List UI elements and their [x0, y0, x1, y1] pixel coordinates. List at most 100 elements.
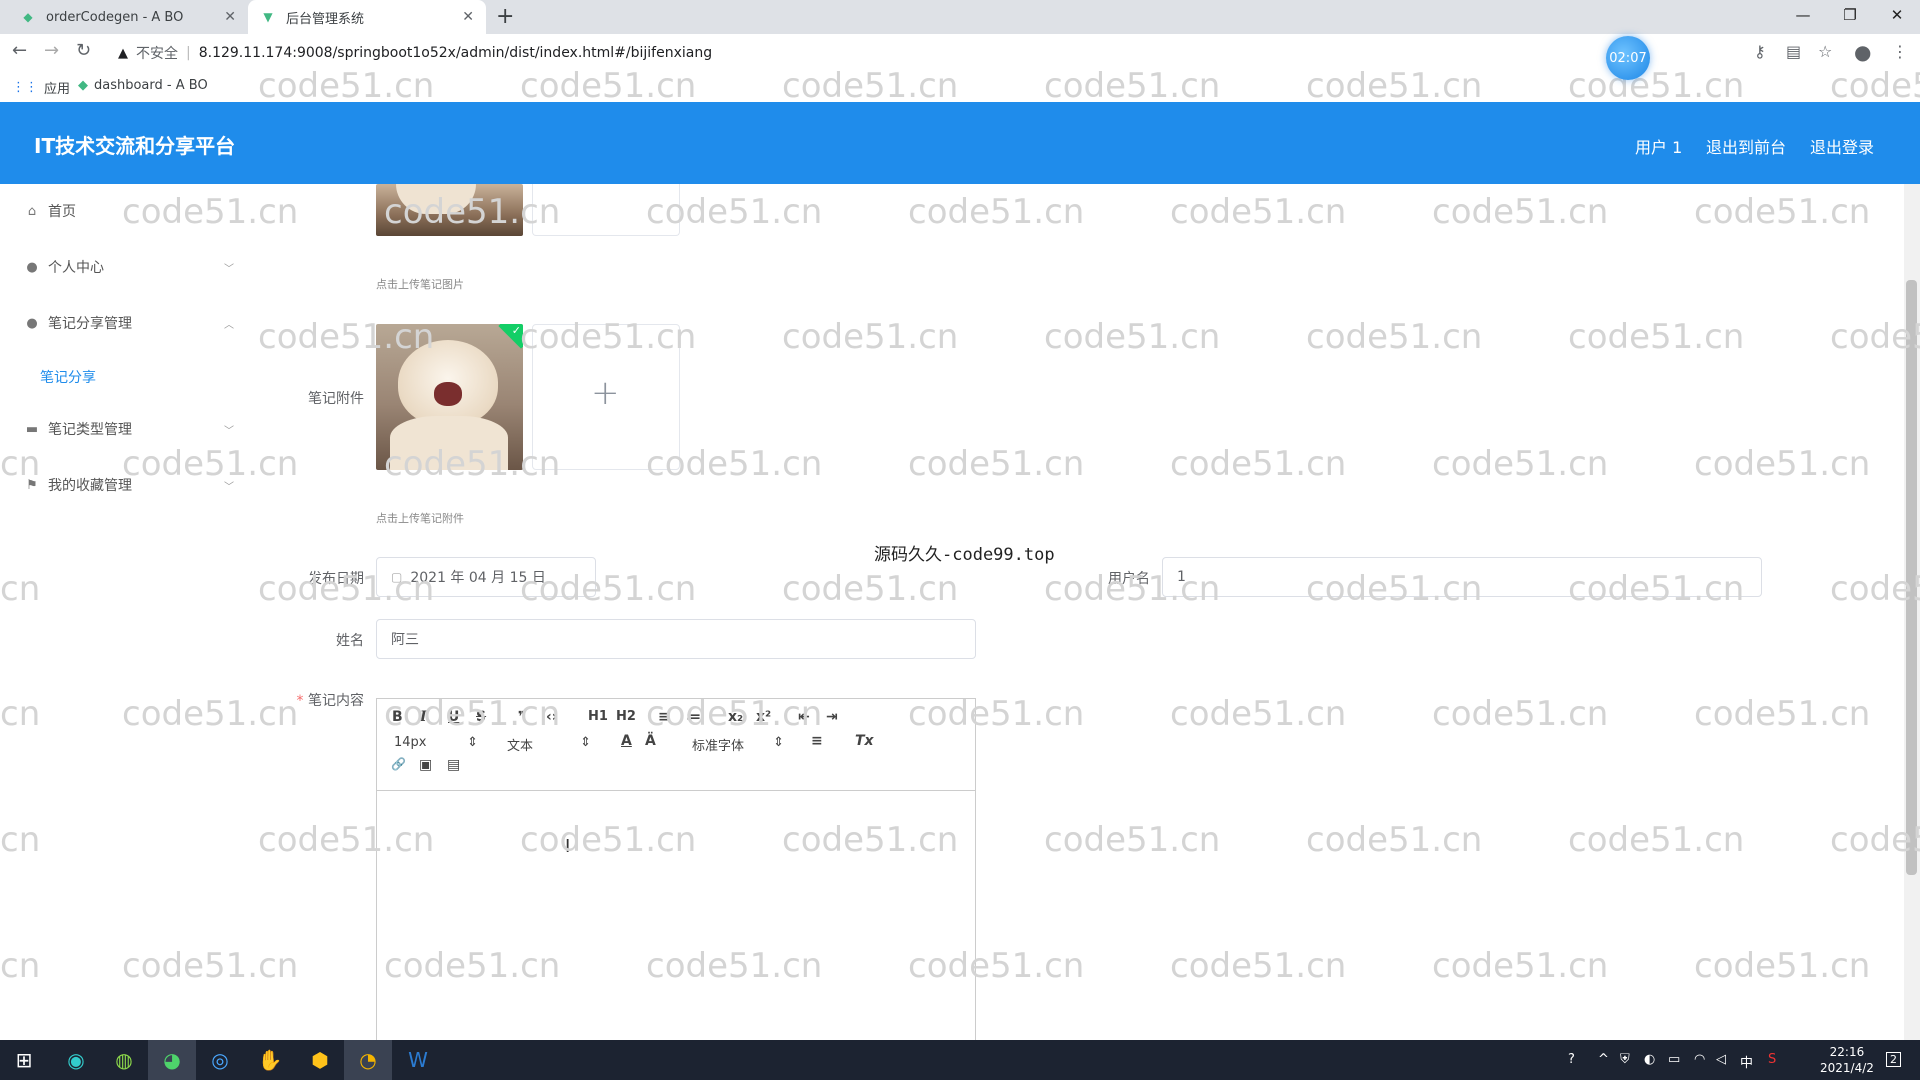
folder-icon: ▬: [25, 421, 39, 437]
bold-button[interactable]: B: [392, 709, 403, 725]
wechat-icon[interactable]: ◕: [148, 1040, 196, 1080]
menu-icon[interactable]: ⋮: [1892, 42, 1908, 61]
sidebar-item-label: 首页: [48, 204, 76, 220]
bookmark-label: dashboard - A BO: [94, 78, 208, 93]
minimize-icon[interactable]: —: [1780, 0, 1826, 30]
bookmark-dashboard[interactable]: ◆ dashboard - A BO: [78, 78, 208, 93]
block-type-select[interactable]: 文本 ⇕: [507, 735, 591, 754]
select-arrows-icon: ⇕: [467, 735, 478, 750]
video-button[interactable]: ▤: [447, 757, 460, 773]
sidebar-item-personal-center[interactable]: ● 个人中心 ﹀: [24, 255, 244, 279]
rich-text-editor: B I U S ❞ ‹› H1 H2 ≡ ≔ x₂ x² ⇤ ⇥ 14px ⇕ …: [376, 698, 976, 1060]
italic-button[interactable]: I: [420, 709, 427, 725]
word-icon[interactable]: W: [394, 1040, 442, 1080]
hex-app-icon[interactable]: ⬢: [296, 1040, 344, 1080]
heading1-button[interactable]: H1: [588, 709, 608, 724]
font-family-select[interactable]: 标准字体 ⇕: [692, 735, 784, 754]
key-icon[interactable]: ⚷: [1754, 42, 1766, 61]
search-app-icon[interactable]: ◎: [196, 1040, 244, 1080]
chevron-down-icon: ﹀: [224, 263, 234, 275]
photo-app-icon[interactable]: ✋: [246, 1040, 294, 1080]
help-icon[interactable]: ?: [1568, 1052, 1575, 1067]
attachment-upload-box[interactable]: +: [532, 324, 680, 470]
qq-icon[interactable]: ◐: [1644, 1052, 1655, 1067]
clear-format-button[interactable]: Tx: [855, 733, 874, 749]
align-button[interactable]: ≡: [811, 733, 823, 749]
font-family-value: 标准字体: [692, 739, 745, 754]
close-window-icon[interactable]: ✕: [1874, 0, 1920, 30]
heading2-button[interactable]: H2: [616, 709, 636, 724]
image-button[interactable]: ▣: [419, 757, 432, 773]
profile-icon[interactable]: ●: [1854, 40, 1871, 64]
url-text: 8.129.11.174:9008/springboot1o52x/admin/…: [198, 45, 713, 61]
indent-button[interactable]: ⇥: [826, 709, 838, 725]
ime-indicator[interactable]: 中: [1740, 1052, 1753, 1071]
strike-button[interactable]: S: [476, 709, 486, 725]
address-bar[interactable]: ▲ 不安全 | 8.129.11.174:9008/springboot1o52…: [118, 43, 712, 63]
tab-ordercodegen[interactable]: ◆ orderCodegen - A BO ✕: [8, 0, 248, 34]
chrome-icon[interactable]: ◔: [344, 1040, 392, 1080]
font-color-button[interactable]: A: [621, 733, 632, 749]
app-title: IT技术交流和分享平台: [34, 134, 236, 158]
sidebar-item-favorites-management[interactable]: ⚑ 我的收藏管理 ﹀: [24, 473, 244, 497]
cat-mouth-shape: [434, 382, 462, 406]
windows-start-icon[interactable]: ⊞: [0, 1040, 48, 1080]
username-field[interactable]: 1: [1162, 557, 1762, 597]
name-field[interactable]: 阿三: [376, 619, 976, 659]
font-size-select[interactable]: 14px ⇕: [394, 735, 478, 750]
code-block-button[interactable]: ‹›: [546, 709, 558, 725]
speaker-icon[interactable]: ◁: [1716, 1052, 1726, 1067]
sidebar-item-note-type-management[interactable]: ▬ 笔记类型管理 ﹀: [24, 417, 244, 441]
reload-icon[interactable]: ↻: [76, 40, 91, 61]
blockquote-button[interactable]: ❞: [518, 709, 526, 725]
clock-date: 2021/4/2: [1820, 1061, 1874, 1075]
logout-link[interactable]: 退出登录: [1810, 134, 1874, 158]
font-size-value: 14px: [394, 735, 427, 750]
sogou-icon[interactable]: S: [1768, 1052, 1776, 1067]
flag-icon: ⚑: [26, 477, 38, 493]
link-button[interactable]: 🔗: [391, 757, 406, 771]
image-upload-box[interactable]: [532, 184, 680, 236]
editor-content-area[interactable]: [377, 791, 975, 1061]
back-icon[interactable]: ←: [12, 40, 27, 61]
outdent-button[interactable]: ⇤: [798, 709, 810, 725]
uploaded-note-image[interactable]: [376, 184, 523, 236]
subscript-button[interactable]: x₂: [728, 709, 743, 725]
notifications-badge[interactable]: 2: [1886, 1052, 1901, 1067]
restore-icon[interactable]: ❐: [1827, 0, 1873, 30]
forward-icon[interactable]: →: [44, 40, 59, 61]
address-separator: |: [186, 45, 191, 61]
uploaded-attachment-image[interactable]: ✓: [376, 324, 523, 470]
edge-icon[interactable]: ◉: [52, 1040, 100, 1080]
cat-body-shape: [390, 416, 508, 470]
scrollbar-thumb[interactable]: [1906, 280, 1917, 875]
close-icon[interactable]: ✕: [462, 9, 474, 25]
ordered-list-button[interactable]: ≡: [658, 709, 670, 725]
sidebar-subitem-note-share[interactable]: 笔记分享: [40, 367, 96, 387]
insecure-label: 不安全: [136, 46, 178, 62]
current-user-link[interactable]: 用户 1: [1635, 134, 1682, 158]
sidebar-item-note-share-management[interactable]: ● 笔记分享管理 ︿: [24, 311, 244, 335]
close-icon[interactable]: ✕: [224, 9, 236, 25]
publish-date-value: 2021 年 04 月 15 日: [410, 570, 546, 586]
sidebar-item-home[interactable]: ⌂ 首页: [24, 199, 244, 223]
star-icon[interactable]: ☆: [1818, 42, 1832, 61]
translate-icon[interactable]: ▤: [1786, 42, 1801, 61]
back-to-frontend-link[interactable]: 退出到前台: [1706, 134, 1786, 158]
tab-admin[interactable]: ▼ 后台管理系统 ✕: [248, 0, 486, 34]
publish-date-picker[interactable]: ▢ 2021 年 04 月 15 日: [376, 557, 596, 597]
sidebar-item-label: 个人中心: [48, 260, 104, 276]
app-green-icon[interactable]: ◍: [100, 1040, 148, 1080]
new-tab-button[interactable]: +: [496, 4, 514, 29]
bullet-list-button[interactable]: ≔: [686, 709, 701, 725]
system-clock[interactable]: 22:16 2021/4/2: [1820, 1044, 1874, 1076]
shield-icon[interactable]: ⛨: [1620, 1052, 1630, 1067]
chevron-up-icon[interactable]: ^: [1598, 1052, 1609, 1067]
background-color-button[interactable]: Ä: [645, 733, 656, 749]
underline-button[interactable]: U: [448, 709, 459, 725]
wifi-icon[interactable]: ◠: [1694, 1052, 1705, 1067]
battery-icon[interactable]: ▭: [1668, 1052, 1680, 1067]
timer-badge[interactable]: 02:07: [1606, 36, 1650, 80]
bookmark-apps[interactable]: ⋮⋮ 应用: [12, 78, 70, 97]
superscript-button[interactable]: x²: [756, 709, 771, 725]
